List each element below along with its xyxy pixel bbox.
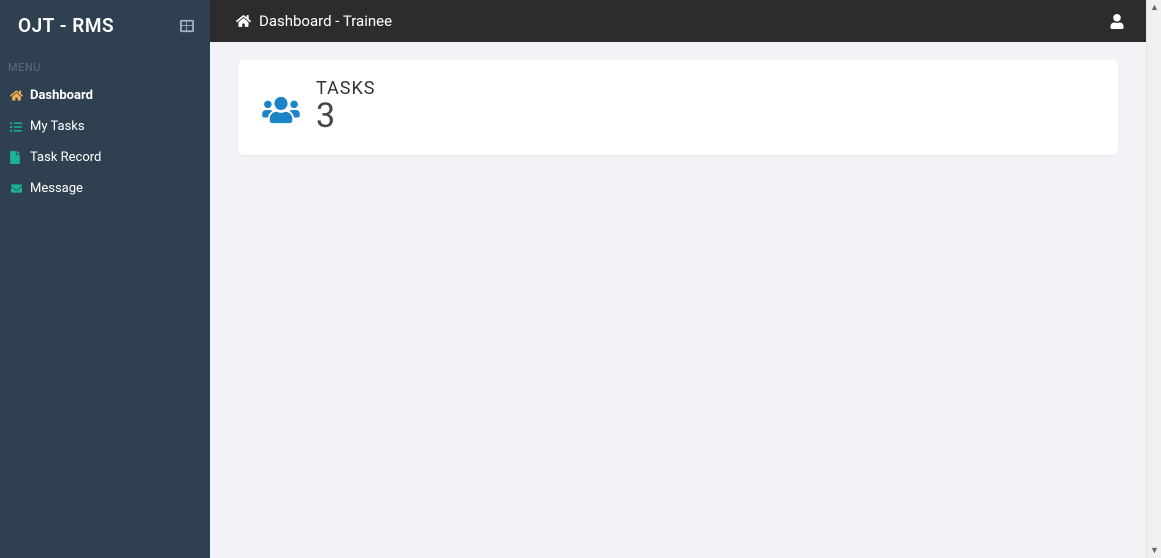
content-area: TASKS 3: [210, 42, 1146, 558]
file-icon: [10, 151, 24, 164]
page-title: Dashboard - Trainee: [259, 12, 392, 30]
tasks-card[interactable]: TASKS 3: [238, 60, 1118, 155]
scrollbar[interactable]: ▲ ▼: [1146, 0, 1161, 558]
envelope-icon: [10, 183, 24, 194]
topbar: Dashboard - Trainee: [210, 0, 1146, 42]
card-value: 3: [316, 99, 375, 133]
scroll-up-icon[interactable]: ▲: [1147, 0, 1161, 15]
sidebar-item-label: My Tasks: [30, 119, 85, 134]
users-icon: [260, 87, 302, 125]
scroll-down-icon[interactable]: ▼: [1147, 543, 1161, 558]
list-icon: [10, 121, 24, 133]
sidebar-item-task-record[interactable]: Task Record: [0, 142, 210, 173]
user-icon[interactable]: [1110, 14, 1124, 29]
sidebar-item-label: Task Record: [30, 150, 101, 165]
sidebar-item-label: Dashboard: [30, 88, 93, 103]
sidebar-item-message[interactable]: Message: [0, 173, 210, 204]
topbar-left: Dashboard - Trainee: [236, 12, 392, 30]
sidebar: OJT - RMS MENU Dashboard My Tasks Task R…: [0, 0, 210, 558]
sidebar-item-dashboard[interactable]: Dashboard: [0, 80, 210, 111]
sidebar-header: OJT - RMS: [0, 0, 210, 51]
sidebar-item-my-tasks[interactable]: My Tasks: [0, 111, 210, 142]
main-area: Dashboard - Trainee TASKS 3: [210, 0, 1146, 558]
home-icon: [10, 89, 24, 102]
grid-icon[interactable]: [180, 19, 194, 33]
menu-heading: MENU: [0, 51, 210, 80]
brand-title: OJT - RMS: [18, 14, 114, 37]
card-body: TASKS 3: [316, 78, 375, 133]
sidebar-item-label: Message: [30, 181, 83, 196]
home-icon: [236, 14, 251, 28]
